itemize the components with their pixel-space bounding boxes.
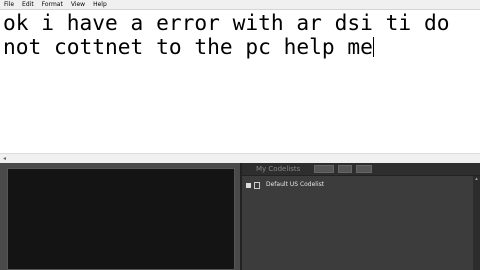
menu-edit[interactable]: Edit [22, 0, 34, 10]
menu-bar: File Edit Format View Help [0, 0, 480, 10]
codelists-panel: My Codelists Default US Codelist ▴ [242, 163, 480, 270]
vertical-scrollbar[interactable]: ▴ [473, 176, 480, 270]
header-button-1[interactable] [314, 165, 334, 173]
text-caret [372, 37, 374, 57]
editor-text: ok i have a error with ar dsi ti do not … [3, 11, 477, 59]
left-panel-frame [0, 163, 240, 270]
horizontal-scrollbar[interactable]: ◂ [0, 153, 480, 163]
menu-file[interactable]: File [4, 0, 14, 10]
notepad-window: File Edit Format View Help ok i have a e… [0, 0, 480, 163]
menu-format[interactable]: Format [42, 0, 63, 10]
codelists-panel-header: My Codelists [242, 163, 480, 176]
scroll-up-icon[interactable]: ▴ [473, 176, 480, 183]
codelist-document-icon [254, 181, 260, 189]
text-editor-area[interactable]: ok i have a error with ar dsi ti do not … [0, 10, 480, 153]
menu-help[interactable]: Help [93, 0, 107, 10]
header-button-2[interactable] [338, 165, 352, 173]
codelist-item-label: Default US Codelist [266, 181, 325, 188]
left-preview-panel [7, 168, 235, 270]
codelists-panel-title: My Codelists [256, 165, 301, 173]
expand-icon[interactable] [246, 182, 251, 188]
editor-line-2: not cottnet to the pc help me [3, 34, 373, 59]
editor-line-1: ok i have a error with ar dsi ti do [3, 10, 450, 35]
codelist-item[interactable]: Default US Codelist [246, 180, 324, 190]
menu-view[interactable]: View [71, 0, 85, 10]
dark-app-area: My Codelists Default US Codelist ▴ [0, 163, 480, 270]
scroll-left-icon[interactable]: ◂ [3, 156, 6, 162]
header-button-3[interactable] [356, 165, 372, 173]
